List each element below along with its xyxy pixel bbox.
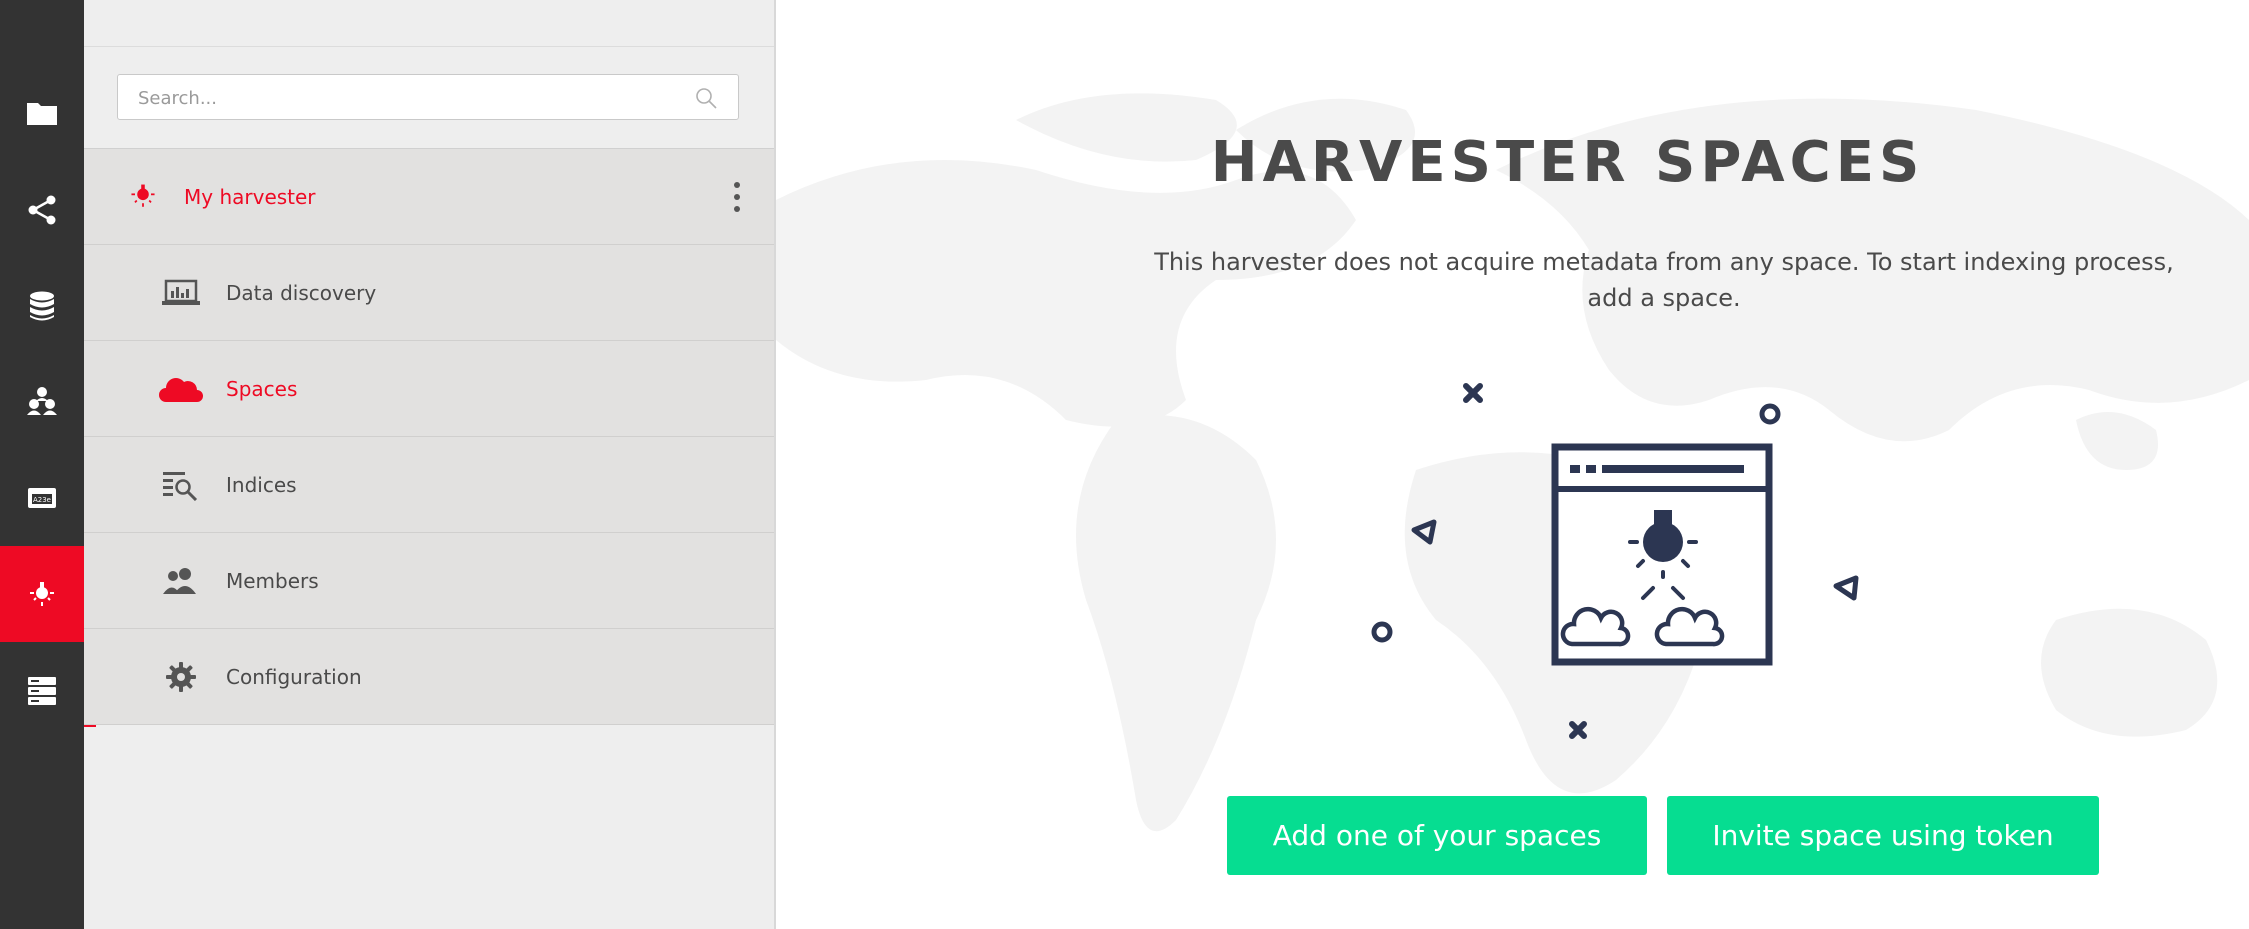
data-discovery-icon bbox=[158, 273, 204, 313]
harvester-item[interactable]: My harvester bbox=[84, 149, 774, 245]
sidebar-item-indices[interactable]: Indices bbox=[84, 437, 774, 533]
search-icon[interactable] bbox=[694, 86, 718, 110]
sidebar-item-label: Indices bbox=[226, 472, 297, 497]
sidebar-item-members[interactable]: Members bbox=[84, 533, 774, 629]
token-icon: A23e bbox=[28, 488, 56, 508]
indices-icon bbox=[158, 465, 204, 505]
harvester-spaces-illustration bbox=[1371, 383, 1859, 739]
harvester-icon bbox=[120, 177, 166, 217]
rail-item-groups[interactable] bbox=[0, 354, 84, 450]
members-icon bbox=[158, 561, 204, 601]
sidebar-header bbox=[84, 0, 774, 47]
cloud-icon bbox=[158, 369, 204, 409]
gear-icon bbox=[158, 657, 204, 697]
folder-icon bbox=[27, 103, 57, 125]
sidebar-search bbox=[117, 74, 739, 121]
share-icon bbox=[28, 195, 56, 225]
empty-state-description: This harvester does not acquire metadata… bbox=[1154, 248, 2174, 312]
rail-item-harvesters[interactable] bbox=[0, 546, 84, 642]
database-icon bbox=[30, 291, 54, 321]
sidebar-item-label: Data discovery bbox=[226, 280, 377, 305]
harvester-icon bbox=[30, 582, 54, 606]
sidebar-item-label: Members bbox=[226, 568, 319, 593]
sidebar-item-spaces[interactable]: Spaces bbox=[84, 341, 774, 437]
more-options-icon[interactable] bbox=[730, 179, 744, 215]
harvesters-sidebar: My harvester Data discovery Spaces bbox=[84, 0, 776, 929]
sidebar-item-configuration[interactable]: Configuration bbox=[84, 629, 774, 725]
server-icon bbox=[28, 677, 56, 705]
token-text: A23e bbox=[33, 496, 51, 504]
harvester-name: My harvester bbox=[184, 184, 316, 209]
sidebar-item-label: Spaces bbox=[226, 376, 298, 401]
sidebar-item-data-discovery[interactable]: Data discovery bbox=[84, 245, 774, 341]
rail-item-providers[interactable] bbox=[0, 258, 84, 354]
main-content: HARVESTER SPACES This harvester does not… bbox=[776, 0, 2249, 929]
rail-item-shares[interactable] bbox=[0, 162, 84, 258]
page-title: HARVESTER SPACES bbox=[1210, 130, 1925, 195]
groups-icon bbox=[27, 387, 57, 415]
invite-space-button[interactable]: Invite space using token bbox=[1667, 796, 2099, 875]
harvester-tree: My harvester Data discovery Spaces Indic… bbox=[84, 148, 774, 727]
sidebar-item-label: Configuration bbox=[226, 664, 362, 689]
add-space-button[interactable]: Add one of your spaces bbox=[1227, 796, 1647, 875]
main-nav-rail: A23e bbox=[0, 0, 84, 929]
rail-item-tokens[interactable]: A23e bbox=[0, 450, 84, 546]
rail-item-data[interactable] bbox=[0, 65, 84, 161]
search-input[interactable] bbox=[136, 75, 700, 121]
rail-item-clusters[interactable] bbox=[0, 642, 84, 738]
